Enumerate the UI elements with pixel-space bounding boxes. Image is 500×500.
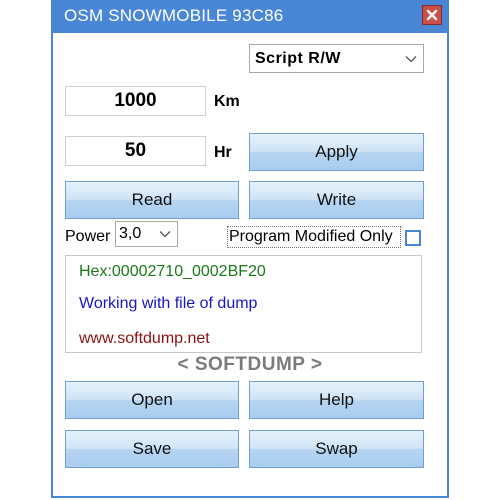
window-title: OSM SNOWMOBILE 93C86 bbox=[64, 6, 284, 25]
program-modified-checkbox-group[interactable]: Program Modified Only bbox=[227, 226, 423, 250]
open-button[interactable]: Open bbox=[65, 381, 239, 419]
power-select[interactable]: 3,0 bbox=[115, 221, 178, 247]
km-unit-label: Km bbox=[214, 93, 240, 110]
km-value: 1000 bbox=[114, 90, 157, 111]
program-modified-checkbox[interactable] bbox=[405, 230, 421, 246]
chevron-down-icon bbox=[405, 55, 417, 62]
log-line: www.softdump.net bbox=[79, 330, 210, 347]
swap-button[interactable]: Swap bbox=[249, 430, 424, 468]
close-button[interactable] bbox=[422, 5, 442, 25]
hr-unit-label: Hr bbox=[214, 144, 232, 161]
read-button[interactable]: Read bbox=[65, 181, 239, 219]
power-select-value: 3,0 bbox=[119, 225, 142, 242]
save-button[interactable]: Save bbox=[65, 430, 239, 468]
log-output: Hex:00002710_0002BF20 Working with file … bbox=[65, 255, 422, 353]
title-bar[interactable]: OSM SNOWMOBILE 93C86 bbox=[51, 0, 449, 33]
km-input[interactable]: 1000 bbox=[65, 86, 206, 116]
client-area: Script R/W 1000 Km 50 Hr Apply Read Writ… bbox=[53, 33, 447, 496]
chevron-down-icon bbox=[159, 231, 171, 238]
apply-button[interactable]: Apply bbox=[249, 133, 424, 171]
log-line: Working with file of dump bbox=[79, 295, 258, 312]
close-icon bbox=[426, 9, 438, 21]
hr-input[interactable]: 50 bbox=[65, 136, 206, 166]
power-label: Power bbox=[65, 228, 111, 245]
brand-label: < SOFTDUMP > bbox=[177, 354, 323, 375]
write-button[interactable]: Write bbox=[249, 181, 424, 219]
help-button[interactable]: Help bbox=[249, 381, 424, 419]
hr-value: 50 bbox=[124, 140, 147, 161]
log-line: Hex:00002710_0002BF20 bbox=[79, 263, 266, 280]
mode-select-value: Script R/W bbox=[255, 49, 341, 67]
app-window: OSM SNOWMOBILE 93C86 Script R/W 1000 Km … bbox=[51, 0, 449, 498]
program-modified-label: Program Modified Only bbox=[229, 228, 393, 245]
mode-select[interactable]: Script R/W bbox=[249, 44, 424, 73]
